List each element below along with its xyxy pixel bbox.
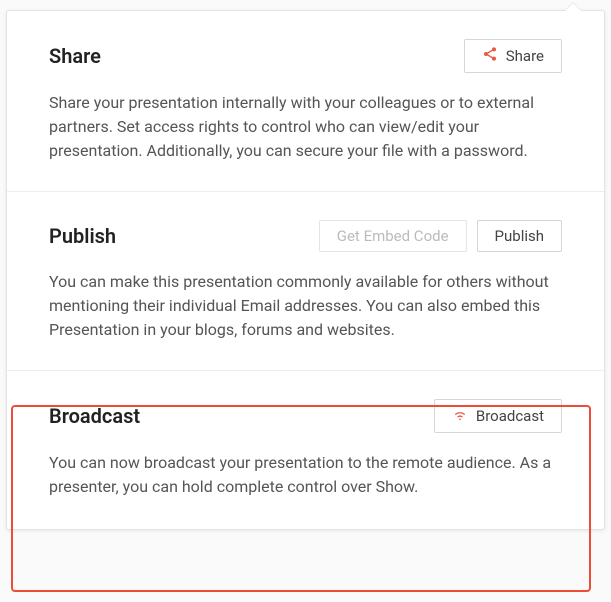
get-embed-code-button-label: Get Embed Code <box>337 227 449 245</box>
publish-title: Publish <box>49 224 116 248</box>
share-popover: Share Share Share your presentation inte… <box>6 10 605 530</box>
publish-section: Publish Get Embed Code Publish You can m… <box>7 192 604 371</box>
share-section-header: Share Share <box>49 39 562 73</box>
broadcast-button[interactable]: Broadcast <box>434 399 562 433</box>
publish-section-header: Publish Get Embed Code Publish <box>49 220 562 252</box>
broadcast-title: Broadcast <box>49 404 140 428</box>
publish-button[interactable]: Publish <box>477 220 562 252</box>
publish-button-label: Publish <box>495 227 544 245</box>
share-section: Share Share Share your presentation inte… <box>7 11 604 192</box>
publish-button-row: Get Embed Code Publish <box>319 220 562 252</box>
publish-description: You can make this presentation commonly … <box>49 270 562 342</box>
share-button-row: Share <box>464 39 562 73</box>
get-embed-code-button[interactable]: Get Embed Code <box>319 220 467 252</box>
broadcast-button-row: Broadcast <box>434 399 562 433</box>
share-title: Share <box>49 44 101 68</box>
broadcast-icon <box>452 406 468 426</box>
broadcast-section-header: Broadcast Broadcast <box>49 399 562 433</box>
share-button-label: Share <box>506 47 544 65</box>
broadcast-section: Broadcast Broadcast You can now broadcas… <box>7 371 604 527</box>
broadcast-button-label: Broadcast <box>476 407 544 425</box>
share-button[interactable]: Share <box>464 39 562 73</box>
share-icon <box>482 46 498 66</box>
share-description: Share your presentation internally with … <box>49 91 562 163</box>
broadcast-description: You can now broadcast your presentation … <box>49 451 562 499</box>
